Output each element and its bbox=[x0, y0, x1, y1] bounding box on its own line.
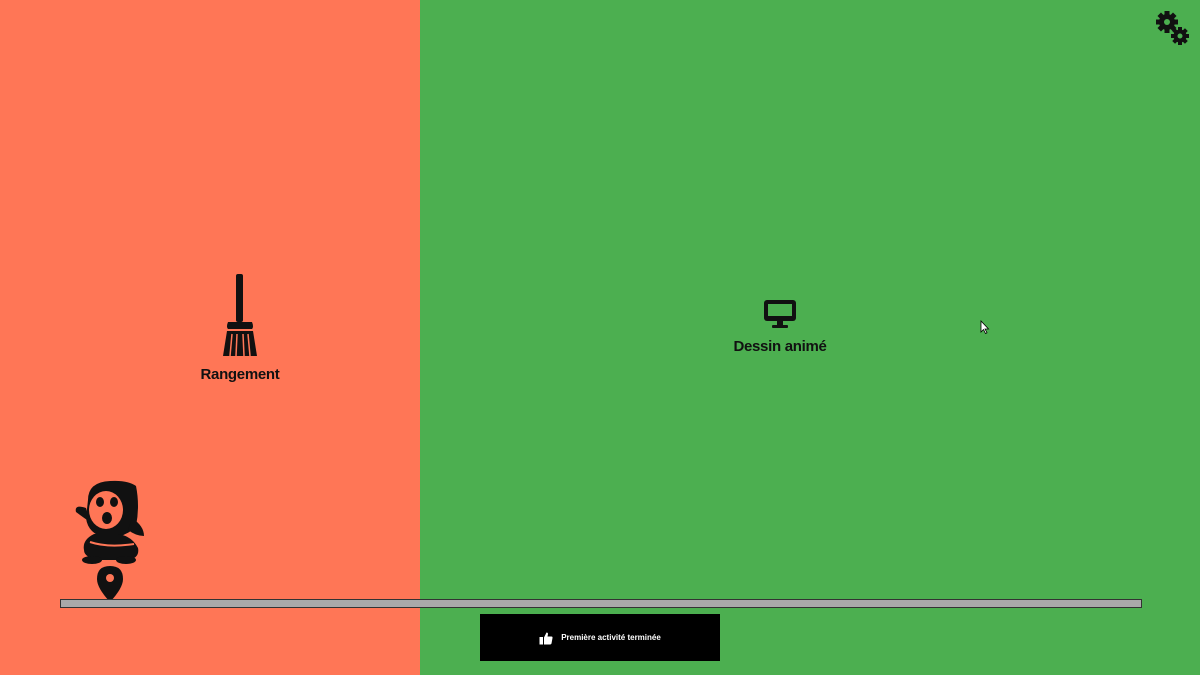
status-toast: Première activité terminée bbox=[480, 614, 720, 661]
location-pin-icon bbox=[97, 566, 123, 602]
activity-rangement[interactable]: Rangement bbox=[170, 272, 310, 383]
app-screen: Rangement Dessin animé Première activité… bbox=[0, 0, 1200, 675]
thumbs-up-icon bbox=[539, 632, 553, 644]
hooded-character-icon bbox=[75, 480, 144, 602]
timeline-track bbox=[60, 599, 1142, 608]
activity-label-dessin-anime: Dessin animé bbox=[733, 338, 827, 355]
status-text: Première activité terminée bbox=[561, 633, 661, 642]
activity-dessin-anime[interactable]: Dessin animé bbox=[710, 298, 850, 355]
activity-label-rangement: Rangement bbox=[200, 366, 280, 383]
gears-icon[interactable] bbox=[1155, 10, 1189, 46]
monitor-icon bbox=[764, 300, 796, 328]
broom-icon bbox=[223, 274, 257, 357]
mouse-cursor-icon bbox=[980, 320, 990, 334]
